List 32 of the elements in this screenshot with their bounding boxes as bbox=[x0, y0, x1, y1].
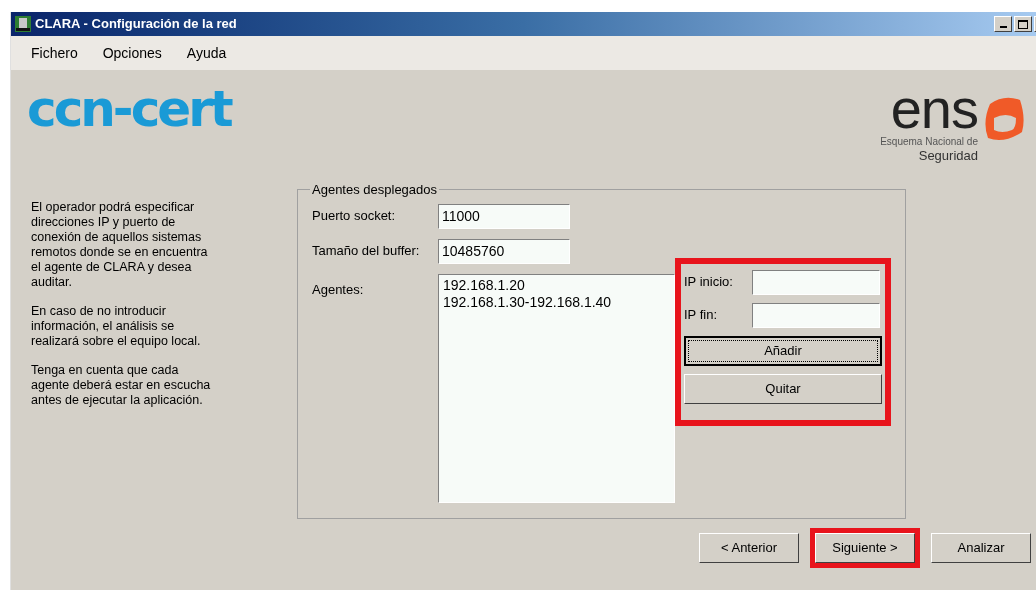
field-label: IP fin: bbox=[684, 306, 718, 325]
help-paragraph: El operador podrá especificar direcciones IP y puerto de conexión de aquellos sistemas remotos donde se en encuentra el agente de CLARA y desea auditar. bbox=[31, 200, 209, 290]
minimize-icon[interactable] bbox=[994, 16, 1012, 32]
agents-list[interactable]: 192.168.1.20 192.168.1.30-192.168.1.40 bbox=[438, 273, 675, 503]
nav-button[interactable]: < Anterior bbox=[699, 533, 799, 563]
logo: ccn-cert bbox=[27, 84, 231, 134]
menu-item[interactable]: Ayuda bbox=[186, 42, 227, 64]
nav-button[interactable]: Siguiente > bbox=[815, 533, 915, 563]
field-label: Agentes: bbox=[312, 280, 365, 299]
app-icon bbox=[15, 16, 31, 32]
list-item[interactable]: 192.168.1.30-192.168.1.40 bbox=[443, 293, 670, 311]
group-title: Agentes desplegados bbox=[311, 181, 439, 199]
logo: ens bbox=[890, 86, 978, 132]
window-title: CLARA - Configuración de la red bbox=[35, 15, 238, 34]
maximize-icon[interactable] bbox=[1014, 16, 1032, 32]
logo-caption: Seguridad bbox=[918, 149, 978, 162]
field-label: Puerto socket: bbox=[312, 207, 397, 226]
field-label: Tamaño del buffer: bbox=[312, 242, 421, 261]
help-paragraph: En caso de no introducir información, el análisis se realizará sobre el equipo local. bbox=[31, 304, 202, 349]
menu-item[interactable]: Opciones bbox=[102, 42, 162, 64]
input-field[interactable] bbox=[752, 302, 880, 328]
action-button[interactable]: Añadir bbox=[684, 335, 882, 366]
field-label: IP inicio: bbox=[684, 273, 734, 292]
input-field[interactable]: 11000 bbox=[438, 203, 570, 229]
input-field[interactable] bbox=[752, 269, 880, 295]
nav-button[interactable]: Analizar bbox=[931, 533, 1031, 563]
action-button[interactable]: Quitar bbox=[684, 373, 882, 404]
input-field[interactable]: 10485760 bbox=[438, 238, 570, 264]
help-paragraph: Tenga en cuenta que cada agente deberá estar en escucha antes de ejecutar la aplicación. bbox=[31, 363, 211, 408]
logo-caption: Esquema Nacional de bbox=[880, 135, 978, 149]
menu-item[interactable]: Fichero bbox=[31, 42, 78, 64]
list-item[interactable]: 192.168.1.20 bbox=[443, 276, 670, 294]
